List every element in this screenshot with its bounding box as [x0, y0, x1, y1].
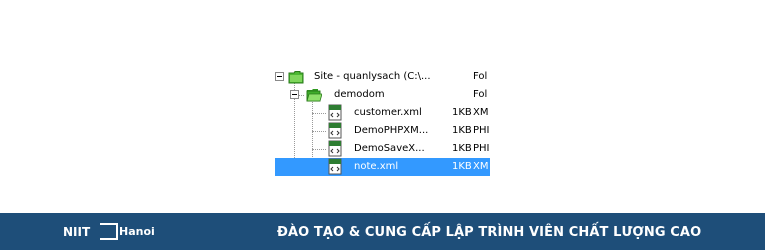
folder-open-icon [306, 89, 322, 102]
tree-row-file[interactable]: DemoPHPXM... 1KB PHI [275, 122, 490, 140]
tree-item-type: PHI [473, 125, 490, 136]
tree-item-label: DemoPHPXM... [354, 125, 429, 136]
tree-row-file[interactable]: customer.xml 1KB XM [275, 104, 490, 122]
tree-row-site-root[interactable]: Site - quanlysach (C:\... Fol [275, 68, 490, 86]
tree-item-type: Fol [473, 71, 488, 82]
tree-item-size: 1KB [452, 125, 472, 136]
logo-city: Hanoi [119, 225, 155, 238]
logo-bracket-icon [100, 223, 118, 240]
tree-item-label: customer.xml [354, 107, 422, 118]
tree-item-type: PHI [473, 143, 490, 154]
tree-item-size: 1KB [452, 143, 472, 154]
php-file-icon [328, 140, 342, 157]
banner-tagline: ĐÀO TẠO & CUNG CẤP LẬP TRÌNH VIÊN CHẤT L… [277, 225, 702, 240]
collapse-toggle[interactable] [290, 90, 299, 99]
tree-row-file[interactable]: DemoSaveX... 1KB PHI [275, 140, 490, 158]
folder-icon [288, 71, 304, 84]
tree-item-type: XM [473, 161, 489, 172]
tree-item-label: Site - quanlysach (C:\... [314, 71, 431, 82]
xml-file-icon [328, 104, 342, 121]
php-file-icon [328, 122, 342, 139]
tree-item-label: DemoSaveX... [354, 143, 425, 154]
tree-item-label: demodom [334, 89, 385, 100]
collapse-toggle[interactable] [275, 72, 284, 81]
footer-banner: NIIT Hanoi ĐÀO TẠO & CUNG CẤP LẬP TRÌNH … [0, 213, 765, 250]
tree-item-label: note.xml [354, 161, 399, 172]
tree-item-size: 1KB [452, 161, 472, 172]
tree-row-file-selected[interactable]: note.xml 1KB XM [275, 158, 490, 176]
tree-item-size: 1KB [452, 107, 472, 118]
logo-brand: NIIT [63, 225, 91, 239]
tree-row-folder-demodom[interactable]: demodom Fol [275, 86, 490, 104]
tree-item-type: Fol [473, 89, 488, 100]
tree-item-type: XM [473, 107, 489, 118]
file-tree-panel: Site - quanlysach (C:\... Fol demodom Fo… [275, 66, 490, 178]
xml-file-icon [328, 158, 342, 175]
